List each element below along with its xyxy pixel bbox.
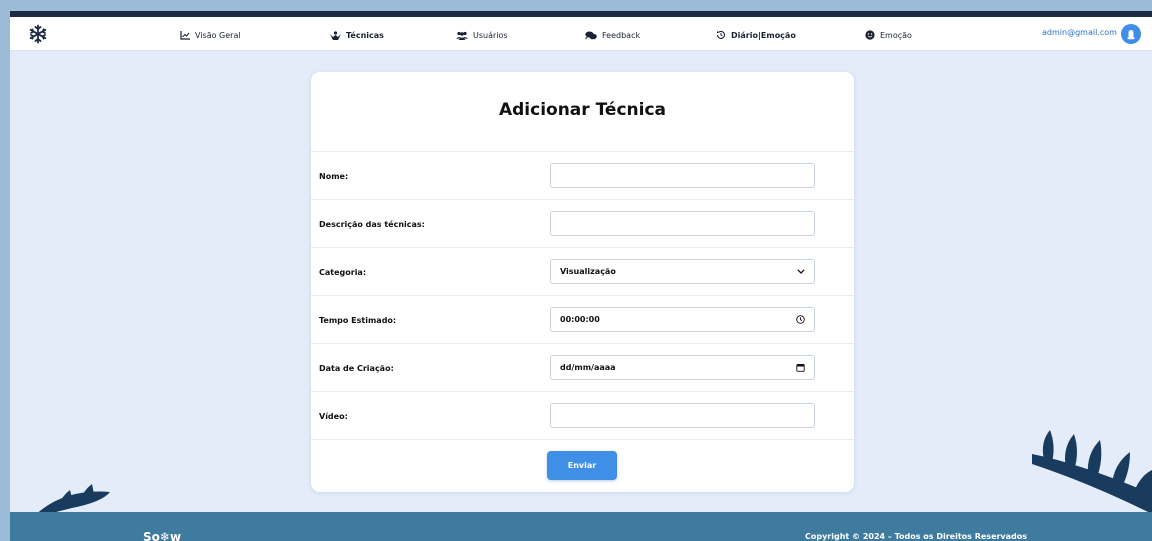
user-icon: [1126, 25, 1136, 44]
comments-icon: [585, 31, 597, 40]
nav-label: Visão Geral: [195, 30, 241, 40]
user-email[interactable]: admin@gmail.com: [1042, 28, 1117, 37]
nav-item-tecnicas[interactable]: Técnicas: [330, 27, 384, 43]
nav-label: Técnicas: [346, 30, 384, 40]
smile-icon: [865, 30, 875, 40]
add-technique-card: Adicionar Técnica Nome: Descrição das té…: [311, 72, 854, 492]
video-input[interactable]: [550, 403, 815, 428]
field-label: Nome:: [319, 172, 349, 181]
form-row-data: Data de Criação: dd/mm/aaaa: [311, 343, 854, 391]
form-row-video: Vídeo:: [311, 391, 854, 439]
hands-icon: [330, 30, 341, 40]
footer-brand: So❄w: [143, 530, 182, 541]
nav-item-feedback[interactable]: Feedback: [585, 27, 640, 43]
history-icon: [716, 30, 726, 40]
tempo-time-input[interactable]: 00:00:00: [550, 307, 815, 332]
form-row-descricao: Descrição das técnicas:: [311, 199, 854, 247]
nav-item-usuarios[interactable]: Usuários: [456, 27, 508, 43]
nav-label: Feedback: [602, 30, 641, 40]
users-icon: [456, 31, 468, 40]
field-label: Tempo Estimado:: [319, 316, 397, 325]
field-label: Categoria:: [319, 268, 367, 277]
form-row-nome: Nome:: [311, 151, 854, 199]
nav-item-emocao[interactable]: Emoção: [865, 27, 912, 43]
field-label: Descrição das técnicas:: [319, 220, 425, 229]
chevron-down-icon: [797, 269, 805, 274]
nav-label: Diário|Emoção: [731, 30, 796, 40]
nav-label: Emoção: [880, 30, 912, 40]
select-value: Visualização: [560, 267, 616, 276]
submit-button[interactable]: Enviar: [547, 451, 617, 480]
form-row-categoria: Categoria: Visualização: [311, 247, 854, 295]
app-window: Visão Geral Técnicas Usuários Feedback D: [10, 11, 1152, 541]
leaf-decoration-right: [1022, 424, 1152, 518]
nav-label: Usuários: [473, 30, 508, 40]
descricao-input[interactable]: [550, 211, 815, 236]
avatar[interactable]: [1121, 24, 1141, 44]
categoria-select[interactable]: Visualização: [550, 259, 815, 284]
snowflake-logo-icon[interactable]: [28, 24, 48, 44]
calendar-icon[interactable]: [796, 363, 805, 372]
clock-icon[interactable]: [796, 315, 805, 324]
data-date-input[interactable]: dd/mm/aaaa: [550, 355, 815, 380]
nome-input[interactable]: [550, 163, 815, 188]
form-title: Adicionar Técnica: [498, 100, 667, 120]
chart-line-icon: [180, 30, 190, 40]
time-value: 00:00:00: [560, 315, 600, 324]
field-label: Data de Criação:: [319, 364, 394, 373]
nav-item-visao-geral[interactable]: Visão Geral: [180, 27, 241, 43]
navbar: Visão Geral Técnicas Usuários Feedback D: [10, 17, 1152, 51]
footer-copyright: Copyright © 2024 – Todos os Direitos Res…: [805, 532, 1028, 541]
nav-item-diario-emocao[interactable]: Diário|Emoção: [716, 27, 796, 43]
footer: So❄w Copyright © 2024 – Todos os Direito…: [10, 512, 1152, 541]
form-row-tempo: Tempo Estimado: 00:00:00: [311, 295, 854, 343]
field-label: Vídeo:: [319, 412, 348, 421]
date-placeholder: dd/mm/aaaa: [560, 363, 616, 372]
